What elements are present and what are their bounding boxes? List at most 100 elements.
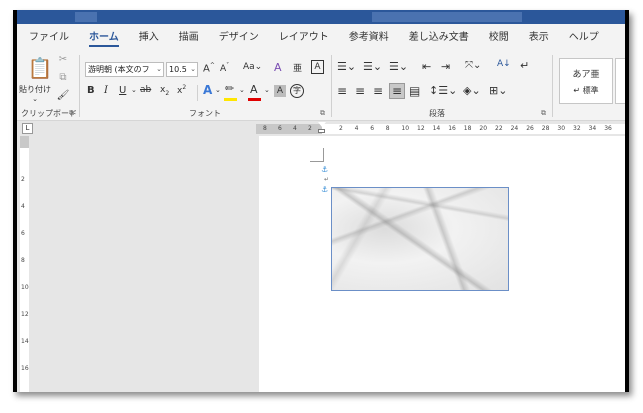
vertical-ruler-number: 8	[21, 257, 25, 264]
ruler-number: 36	[604, 125, 612, 132]
vertical-ruler-number: 4	[21, 203, 25, 210]
vertical-ruler-number: 10	[21, 284, 29, 291]
enclose-characters-button[interactable]: A	[311, 60, 324, 74]
numbering-button[interactable]: ☰⌄	[363, 60, 382, 73]
subscript-button[interactable]: x2	[160, 85, 169, 97]
paragraph-mark-icon: ↵	[324, 176, 330, 183]
vertical-ruler-number: 6	[21, 230, 25, 237]
ruler-number: 22	[495, 125, 503, 132]
superscript-button[interactable]: x2	[177, 84, 186, 96]
style-sample-text: あア亜	[572, 70, 600, 80]
separator	[79, 55, 80, 117]
anchor-icon[interactable]: ⚓	[321, 185, 328, 194]
copy-icon[interactable]: ⧉	[57, 71, 69, 83]
tab-5[interactable]: レイアウト	[279, 24, 329, 51]
enclosed-char-button[interactable]: 字	[290, 84, 304, 98]
align-left-button[interactable]: ≡	[337, 84, 347, 98]
marble-texture-image[interactable]	[331, 187, 509, 291]
font-color-button[interactable]: A	[250, 83, 258, 96]
tab-7[interactable]: 差し込み文書	[409, 24, 469, 51]
paragraph-launcher-icon[interactable]: ⧉	[541, 109, 546, 118]
style-name-label: ↵ 標準	[573, 86, 599, 95]
ribbon-home: 📋 貼り付け ⌄ ✂ ⧉ 🖌 クリップボード ⧉ 游明朝 (本文のフ ⌄ 10.5…	[17, 51, 625, 121]
font-name-value: 游明朝 (本文のフ	[88, 65, 150, 74]
tab-1[interactable]: ホーム	[89, 24, 119, 51]
tab-6[interactable]: 参考資料	[349, 24, 389, 51]
show-marks-button[interactable]: ↵	[520, 59, 529, 72]
format-painter-icon[interactable]: 🖌	[57, 89, 70, 101]
tab-9[interactable]: 表示	[529, 24, 549, 51]
vertical-ruler-number: 16	[21, 365, 29, 372]
cut-icon[interactable]: ✂	[57, 53, 69, 65]
paste-button-label[interactable]: 貼り付け	[19, 84, 51, 95]
char-shading-button[interactable]: A	[274, 85, 286, 97]
vertical-ruler: 2 4 6 8 10 12 14 16	[17, 136, 32, 392]
tab-0[interactable]: ファイル	[29, 24, 69, 51]
font-size-combo[interactable]: 10.5 ⌄	[166, 62, 198, 77]
tab-3[interactable]: 描画	[179, 24, 199, 51]
anchor-icon[interactable]: ⚓	[321, 165, 328, 174]
chevron-down-icon: ⌄	[156, 65, 162, 73]
decrease-indent-button[interactable]: ⇤	[422, 60, 431, 73]
strikethrough-button[interactable]: ab	[140, 85, 151, 95]
tab-4[interactable]: デザイン	[219, 24, 259, 51]
italic-button[interactable]: I	[104, 85, 108, 96]
ruler-number: 32	[573, 125, 581, 132]
text-effects-button[interactable]: A	[203, 83, 212, 97]
clipboard-launcher-icon[interactable]: ⧉	[69, 109, 74, 118]
clear-format-button[interactable]: A	[274, 61, 282, 74]
font-name-combo[interactable]: 游明朝 (本文のフ ⌄	[85, 62, 164, 77]
style-normal[interactable]: あア亜 ↵ 標準	[559, 58, 613, 104]
grow-font-button[interactable]: A^	[203, 62, 215, 74]
underline-dropdown-icon[interactable]: ⌄	[131, 86, 137, 94]
ruler-number: 4	[293, 125, 297, 132]
paste-dropdown-icon[interactable]: ⌄	[31, 95, 39, 103]
horizontal-ruler-row: L 8642 2 4 6 8 10 12 14 16 18 20 22 24 26 28 30 32 34 36	[17, 121, 625, 136]
justify-button[interactable]: ≡	[389, 83, 405, 99]
style-next[interactable]	[615, 58, 625, 104]
multilevel-list-button[interactable]: ☰⌄	[389, 60, 408, 73]
font-color-dropdown-icon[interactable]: ⌄	[264, 86, 270, 94]
ruler-number: 26	[526, 125, 534, 132]
underline-button[interactable]: U	[119, 85, 126, 96]
tab-10[interactable]: ヘルプ	[569, 24, 599, 51]
distributed-button[interactable]: ▤	[409, 84, 420, 98]
document-page[interactable]: ⚓ ↵ ⚓	[259, 136, 625, 392]
ribbon-tabs: ファイル ホーム 挿入 描画 デザイン レイアウト 参考資料 差し込み文書 校閲 表示 ヘルプ	[17, 24, 625, 51]
ruler-number: 2	[308, 125, 312, 132]
shading-button[interactable]: ◈⌄	[463, 84, 481, 97]
vertical-ruler-number: 14	[21, 338, 29, 345]
ruler-number: 8	[263, 125, 267, 132]
left-indent-marker[interactable]	[318, 129, 325, 133]
title-bar	[17, 10, 625, 24]
indent-marker[interactable]	[318, 122, 326, 134]
ruler-number: 12	[417, 125, 425, 132]
sort-button[interactable]: A↓	[497, 59, 511, 69]
line-spacing-button[interactable]: ↕☰⌄	[429, 84, 457, 97]
ruler-number: 16	[448, 125, 456, 132]
highlight-dropdown-icon[interactable]: ⌄	[239, 86, 245, 94]
tab-selector[interactable]: L	[22, 123, 33, 134]
quick-access-toolbar[interactable]	[75, 12, 97, 22]
tab-8[interactable]: 校閲	[489, 24, 509, 51]
separator	[331, 55, 332, 117]
tab-2[interactable]: 挿入	[139, 24, 159, 51]
document-canvas[interactable]: ⚓ ↵ ⚓	[32, 136, 625, 392]
text-effects-dropdown-icon[interactable]: ⌄	[215, 86, 221, 94]
align-right-button[interactable]: ≡	[373, 84, 383, 98]
change-case-button[interactable]: Aa⌄	[243, 62, 262, 72]
bold-button[interactable]: B	[87, 85, 95, 96]
first-line-indent-marker[interactable]	[318, 122, 326, 127]
align-center-button[interactable]: ≡	[355, 84, 365, 98]
paste-icon[interactable]: 📋	[28, 55, 53, 81]
font-launcher-icon[interactable]: ⧉	[320, 109, 325, 118]
highlight-button[interactable]: ✏	[225, 82, 234, 95]
text-direction-button[interactable]: ⤧⌄	[465, 60, 481, 71]
phonetic-guide-button[interactable]: 亜	[293, 61, 302, 74]
increase-indent-button[interactable]: ⇥	[441, 60, 450, 73]
separator	[197, 85, 198, 101]
shrink-font-button[interactable]: A˅	[220, 62, 229, 74]
borders-button[interactable]: ⊞⌄	[489, 84, 507, 97]
search-box[interactable]	[372, 12, 522, 22]
bullets-button[interactable]: ☰⌄	[337, 60, 356, 73]
